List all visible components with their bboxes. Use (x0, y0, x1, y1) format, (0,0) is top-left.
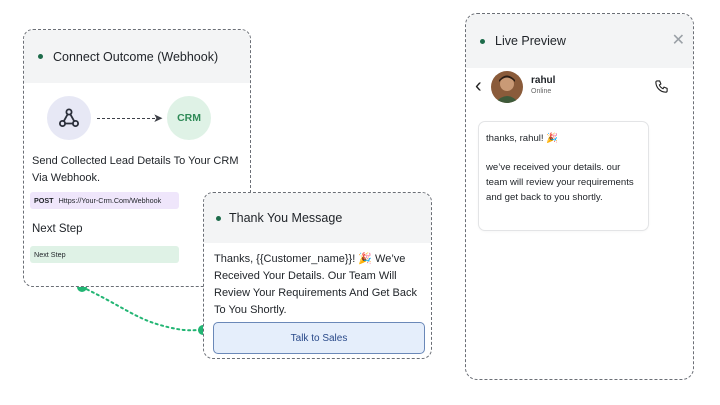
live-preview-panel: Live Preview ✕ ‹ rahul Online thanks, ra… (465, 13, 694, 380)
crm-badge: CRM (167, 96, 212, 140)
thank-you-card[interactable]: Thank You Message Thanks, {{Customer_nam… (203, 192, 432, 359)
bubble-greeting: thanks, rahul! 🎉 (486, 133, 559, 144)
chat-header: ‹ rahul Online (466, 71, 693, 105)
phone-icon[interactable] (654, 79, 669, 99)
status-dot (216, 215, 221, 221)
http-method: POST (34, 196, 54, 205)
next-step-pill[interactable]: Next Step (30, 246, 179, 263)
next-step-title: Next Step (32, 223, 83, 235)
contact-name: rahul (531, 75, 556, 86)
bubble-body: we’ve received your details. our team wi… (486, 162, 634, 203)
status-dot (38, 54, 43, 59)
webhook-card-header: Connect Outcome (Webhook) (24, 30, 250, 83)
thank-you-card-title: Thank You Message (229, 211, 343, 225)
avatar (491, 71, 523, 103)
thank-you-card-header: Thank You Message (204, 193, 431, 243)
thank-you-message: Thanks, {{Customer_name}}! 🎉 We’ve Recei… (214, 253, 418, 316)
live-preview-header: Live Preview ✕ (466, 14, 693, 68)
webhook-url-pill[interactable]: POST Https://Your-Crm.Com/Webhook (30, 192, 179, 209)
dashed-line (97, 117, 155, 119)
webhook-icon (47, 96, 91, 140)
webhook-flow: ➤ CRM (47, 96, 212, 140)
contact-status: Online (531, 88, 552, 95)
chevron-left-icon[interactable]: ‹ (475, 76, 482, 96)
webhook-card-title: Connect Outcome (Webhook) (53, 49, 219, 64)
live-preview-title: Live Preview (495, 34, 566, 48)
status-dot (480, 38, 485, 44)
message-bubble: thanks, rahul! 🎉 we’ve received your det… (478, 121, 649, 231)
talk-to-sales-button[interactable]: Talk to Sales (213, 322, 425, 354)
webhook-description: Send Collected Lead Details To Your CRM … (32, 155, 239, 184)
webhook-url: Https://Your-Crm.Com/Webhook (58, 196, 162, 205)
close-icon[interactable]: ✕ (672, 33, 685, 49)
